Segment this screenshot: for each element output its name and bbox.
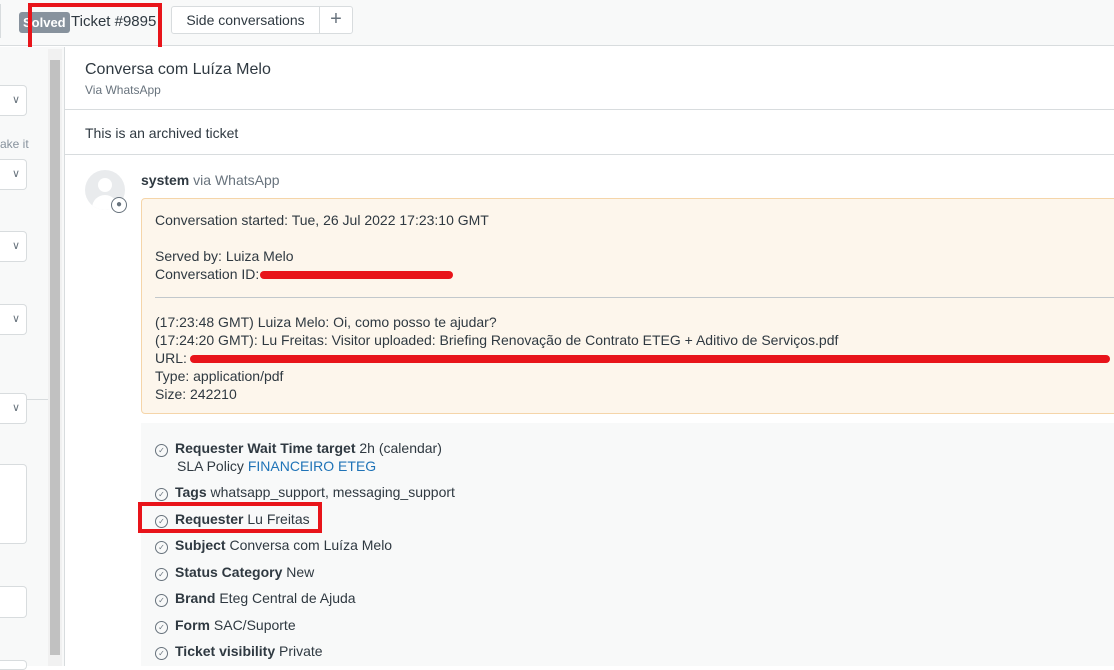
message-divider [155, 297, 1114, 298]
sidebar-scroll-thumb[interactable] [50, 60, 60, 655]
message-line-url: URL: [155, 350, 187, 366]
event-status-category: ✓ Status Category New [155, 564, 314, 581]
sidebar-hint-text: ake it [0, 137, 29, 151]
divider [65, 154, 1114, 155]
chevron-down-icon: ∨ [11, 402, 20, 414]
event-label: Requester Wait Time target [175, 440, 356, 456]
user-icon: ● [111, 197, 127, 213]
event-value: Private [279, 643, 323, 659]
add-side-conversation-button[interactable]: + [319, 6, 353, 34]
event-label: Brand [175, 590, 216, 606]
conversation-pane: Conversa com Luíza Melo Via WhatsApp Thi… [64, 47, 1114, 666]
sidebar-field-7[interactable] [0, 660, 27, 670]
sidebar-field-2[interactable]: ∨ [0, 159, 27, 190]
sidebar-field-1[interactable]: ∨ [0, 85, 27, 116]
event-value: 2h (calendar) [359, 440, 442, 456]
event-tags: ✓ Tags whatsapp_support, messaging_suppor… [155, 484, 455, 501]
check-circle-icon: ✓ [155, 647, 168, 660]
event-value: New [286, 564, 315, 580]
message-line-served: Served by: Luiza Melo [155, 248, 294, 264]
side-conversations-button[interactable]: Side conversations [171, 6, 320, 34]
redaction-mark [190, 355, 1110, 363]
chevron-down-icon: ∨ [11, 94, 20, 106]
message-line-started: Conversation started: Tue, 26 Jul 2022 1… [155, 212, 489, 228]
check-circle-icon: ✓ [155, 541, 168, 554]
event-brand: ✓ Brand Eteg Central de Ajuda [155, 590, 356, 607]
event-sla-policy: SLA Policy FINANCEIRO ETEG [177, 458, 376, 474]
sidebar-field-3[interactable]: ∨ [0, 231, 27, 262]
message-line-type: Type: application/pdf [155, 368, 284, 384]
archived-notice: This is an archived ticket [85, 125, 239, 141]
sidebar-textarea[interactable] [0, 464, 27, 544]
plus-icon: + [330, 8, 342, 30]
author-channel: via WhatsApp [193, 172, 280, 188]
event-value: SAC/Suporte [213, 617, 296, 633]
event-label: Ticket visibility [175, 643, 276, 659]
message-author: system via WhatsApp [141, 172, 280, 188]
check-circle-icon: ✓ [155, 621, 168, 634]
sidebar-field-5[interactable]: ∨ [0, 393, 27, 424]
event-value: Conversa com Luíza Melo [229, 537, 393, 553]
event-label: Status Category [175, 564, 283, 580]
check-circle-icon: ✓ [155, 444, 168, 457]
event-label: Tags [175, 484, 207, 500]
highlight-annotation-ticket [28, 3, 162, 51]
event-form: ✓ Form SAC/Suporte [155, 617, 296, 634]
message-line-upload: (17:24:20 GMT): Lu Freitas: Visitor uplo… [155, 332, 839, 348]
message-line-greeting: (17:23:48 GMT) Luiza Melo: Oi, como poss… [155, 314, 497, 330]
event-subject: ✓ Subject Conversa com Luíza Melo [155, 537, 392, 554]
sidebar-field-6[interactable] [0, 586, 27, 618]
sla-policy-link[interactable]: FINANCEIRO ETEG [248, 458, 376, 474]
chevron-down-icon: ∨ [11, 168, 20, 180]
conversation-title: Conversa com Luíza Melo [85, 61, 271, 78]
check-circle-icon: ✓ [155, 594, 168, 607]
message-line-conversation-id: Conversation ID: [155, 266, 260, 282]
ticket-events-list: ✓ Requester Wait Time target 2h (calendar… [141, 423, 1114, 666]
event-value: whatsapp_support, messaging_support [210, 484, 455, 500]
sla-policy-label: SLA Policy [177, 458, 244, 474]
event-label: Form [175, 617, 210, 633]
redaction-mark [260, 271, 453, 279]
event-ticket-visibility: ✓ Ticket visibility Private [155, 643, 323, 660]
highlight-annotation-requester [138, 502, 322, 533]
check-circle-icon: ✓ [155, 568, 168, 581]
message-line-size: Size: 242210 [155, 386, 237, 402]
event-label: Subject [175, 537, 226, 553]
event-value: Eteg Central de Ajuda [219, 590, 356, 606]
chevron-down-icon: ∨ [11, 240, 20, 252]
message-body: Conversation started: Tue, 26 Jul 2022 1… [141, 198, 1114, 414]
tab-bar: Solved Ticket #9895 Side conversations + [0, 0, 1114, 46]
conversation-channel: Via WhatsApp [85, 83, 161, 97]
avatar-head [98, 178, 112, 192]
check-circle-icon: ✓ [155, 488, 168, 501]
author-name: system [141, 172, 190, 188]
event-requester-wait-time: ✓ Requester Wait Time target 2h (calendar… [155, 440, 442, 474]
divider [65, 109, 1114, 110]
chevron-down-icon: ∨ [11, 313, 20, 325]
sidebar-field-4[interactable]: ∨ [0, 304, 27, 335]
